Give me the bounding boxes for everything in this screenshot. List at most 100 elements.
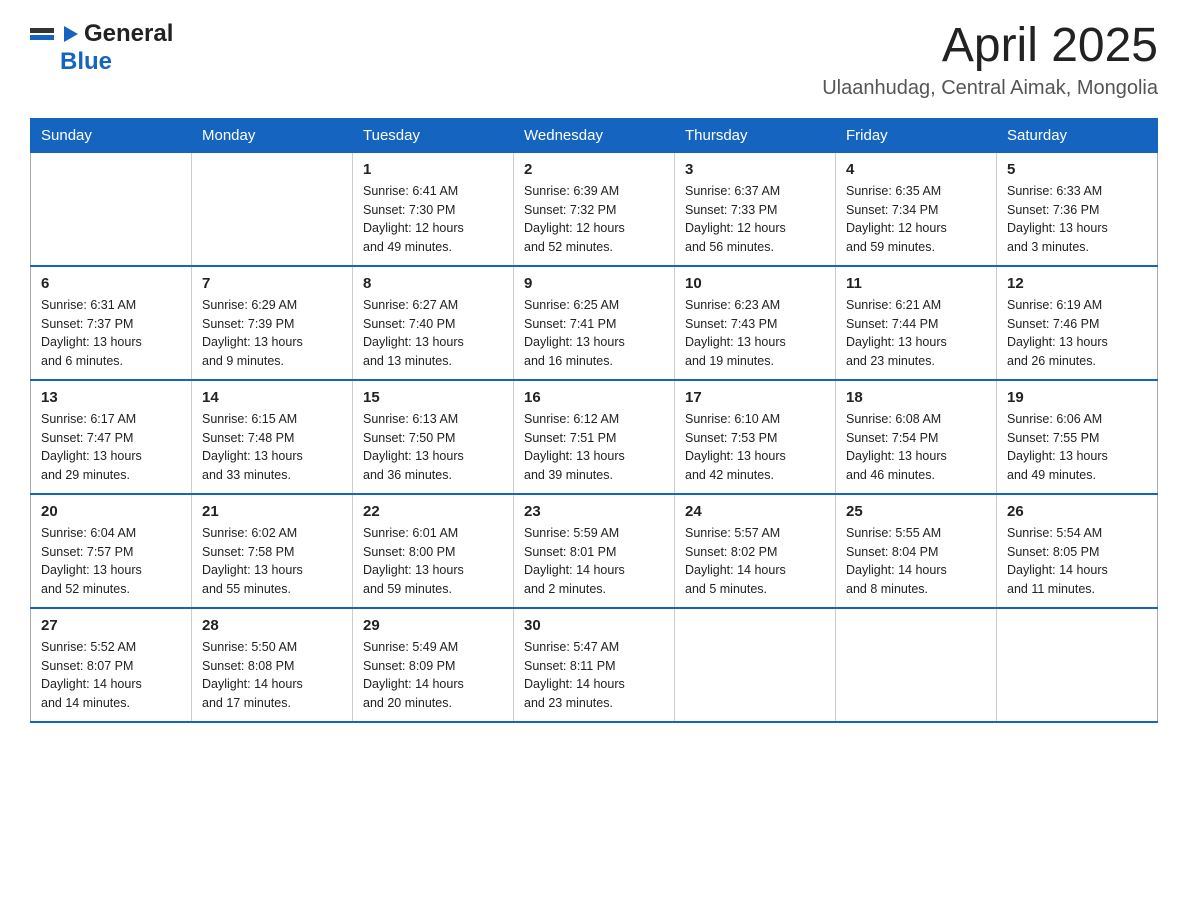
day-number: 11 <box>846 275 986 292</box>
day-number: 17 <box>685 389 825 406</box>
calendar-cell: 8Sunrise: 6:27 AMSunset: 7:40 PMDaylight… <box>353 266 514 380</box>
day-number: 9 <box>524 275 664 292</box>
day-number: 12 <box>1007 275 1147 292</box>
day-number: 3 <box>685 161 825 178</box>
day-info: Sunrise: 5:47 AMSunset: 8:11 PMDaylight:… <box>524 638 664 713</box>
logo-icon <box>30 26 78 42</box>
calendar-title: April 2025 <box>822 20 1158 73</box>
day-number: 30 <box>524 617 664 634</box>
day-info: Sunrise: 5:57 AMSunset: 8:02 PMDaylight:… <box>685 524 825 599</box>
calendar-cell: 1 Sunrise: 6:41 AMSunset: 7:30 PMDaylight… <box>353 152 514 266</box>
day-number: 5 <box>1007 161 1147 178</box>
day-number: 28 <box>202 617 342 634</box>
calendar-cell: 14Sunrise: 6:15 AMSunset: 7:48 PMDayligh… <box>192 380 353 494</box>
day-number: 13 <box>41 389 181 406</box>
calendar-cell: 23 Sunrise: 5:59 AMSunset: 8:01 PMDayligh… <box>514 494 675 608</box>
calendar-cell: 22 Sunrise: 6:01 AMSunset: 8:00 PMDayligh… <box>353 494 514 608</box>
day-of-week-header: Friday <box>836 118 997 152</box>
logo-general-text: General <box>84 20 173 48</box>
calendar-cell: 24 Sunrise: 5:57 AMSunset: 8:02 PMDayligh… <box>675 494 836 608</box>
day-of-week-header: Thursday <box>675 118 836 152</box>
calendar-cell: 13 Sunrise: 6:17 AMSunset: 7:47 PMDayligh… <box>31 380 192 494</box>
day-info: Sunrise: 6:10 AMSunset: 7:53 PMDaylight:… <box>685 410 825 485</box>
day-of-week-header: Wednesday <box>514 118 675 152</box>
calendar-week-row: 20 Sunrise: 6:04 AMSunset: 7:57 PMDayligh… <box>31 494 1158 608</box>
day-number: 16 <box>524 389 664 406</box>
day-info: Sunrise: 6:08 AMSunset: 7:54 PMDaylight:… <box>846 410 986 485</box>
day-number: 14 <box>202 389 342 406</box>
day-info: Sunrise: 6:02 AMSunset: 7:58 PMDaylight:… <box>202 524 342 599</box>
day-info: Sunrise: 6:23 AMSunset: 7:43 PMDaylight:… <box>685 296 825 371</box>
calendar-cell: 25Sunrise: 5:55 AMSunset: 8:04 PMDayligh… <box>836 494 997 608</box>
logo-blue-text: Blue <box>60 48 112 76</box>
day-number: 24 <box>685 503 825 520</box>
day-of-week-header: Saturday <box>997 118 1158 152</box>
day-info: Sunrise: 6:33 AMSunset: 7:36 PMDaylight:… <box>1007 182 1147 257</box>
page-header: General Blue April 2025 Ulaanhudag, Cent… <box>30 20 1158 100</box>
day-number: 29 <box>363 617 503 634</box>
calendar-cell: 28 Sunrise: 5:50 AMSunset: 8:08 PMDayligh… <box>192 608 353 722</box>
day-number: 19 <box>1007 389 1147 406</box>
day-number: 23 <box>524 503 664 520</box>
day-info: Sunrise: 6:25 AMSunset: 7:41 PMDaylight:… <box>524 296 664 371</box>
day-number: 6 <box>41 275 181 292</box>
day-info: Sunrise: 6:31 AMSunset: 7:37 PMDaylight:… <box>41 296 181 371</box>
calendar-cell: 19 Sunrise: 6:06 AMSunset: 7:55 PMDayligh… <box>997 380 1158 494</box>
day-number: 1 <box>363 161 503 178</box>
day-info: Sunrise: 5:59 AMSunset: 8:01 PMDaylight:… <box>524 524 664 599</box>
day-info: Sunrise: 5:49 AMSunset: 8:09 PMDaylight:… <box>363 638 503 713</box>
day-number: 10 <box>685 275 825 292</box>
day-number: 7 <box>202 275 342 292</box>
day-info: Sunrise: 6:41 AMSunset: 7:30 PMDaylight:… <box>363 182 503 257</box>
calendar-week-row: 13 Sunrise: 6:17 AMSunset: 7:47 PMDayligh… <box>31 380 1158 494</box>
day-of-week-header: Tuesday <box>353 118 514 152</box>
day-number: 18 <box>846 389 986 406</box>
calendar-header-row: SundayMondayTuesdayWednesdayThursdayFrid… <box>31 118 1158 152</box>
day-number: 4 <box>846 161 986 178</box>
calendar-cell: 27 Sunrise: 5:52 AMSunset: 8:07 PMDayligh… <box>31 608 192 722</box>
calendar-cell: 26Sunrise: 5:54 AMSunset: 8:05 PMDayligh… <box>997 494 1158 608</box>
logo: General Blue <box>30 20 173 76</box>
day-number: 20 <box>41 503 181 520</box>
calendar-cell: 15Sunrise: 6:13 AMSunset: 7:50 PMDayligh… <box>353 380 514 494</box>
day-info: Sunrise: 6:27 AMSunset: 7:40 PMDaylight:… <box>363 296 503 371</box>
day-info: Sunrise: 6:19 AMSunset: 7:46 PMDaylight:… <box>1007 296 1147 371</box>
day-number: 21 <box>202 503 342 520</box>
calendar-cell <box>997 608 1158 722</box>
header-right: April 2025 Ulaanhudag, Central Aimak, Mo… <box>822 20 1158 100</box>
day-of-week-header: Monday <box>192 118 353 152</box>
day-of-week-header: Sunday <box>31 118 192 152</box>
calendar-cell: 4 Sunrise: 6:35 AMSunset: 7:34 PMDaylight… <box>836 152 997 266</box>
calendar-cell: 5 Sunrise: 6:33 AMSunset: 7:36 PMDaylight… <box>997 152 1158 266</box>
day-number: 25 <box>846 503 986 520</box>
day-number: 27 <box>41 617 181 634</box>
calendar-cell: 3 Sunrise: 6:37 AMSunset: 7:33 PMDaylight… <box>675 152 836 266</box>
calendar-cell: 29 Sunrise: 5:49 AMSunset: 8:09 PMDayligh… <box>353 608 514 722</box>
calendar-week-row: 1 Sunrise: 6:41 AMSunset: 7:30 PMDaylight… <box>31 152 1158 266</box>
calendar-week-row: 27 Sunrise: 5:52 AMSunset: 8:07 PMDayligh… <box>31 608 1158 722</box>
calendar-cell: 2 Sunrise: 6:39 AMSunset: 7:32 PMDaylight… <box>514 152 675 266</box>
day-info: Sunrise: 6:21 AMSunset: 7:44 PMDaylight:… <box>846 296 986 371</box>
calendar-location: Ulaanhudag, Central Aimak, Mongolia <box>822 77 1158 100</box>
day-number: 22 <box>363 503 503 520</box>
day-info: Sunrise: 6:12 AMSunset: 7:51 PMDaylight:… <box>524 410 664 485</box>
calendar-cell: 9 Sunrise: 6:25 AMSunset: 7:41 PMDaylight… <box>514 266 675 380</box>
day-info: Sunrise: 6:35 AMSunset: 7:34 PMDaylight:… <box>846 182 986 257</box>
calendar-cell: 12 Sunrise: 6:19 AMSunset: 7:46 PMDayligh… <box>997 266 1158 380</box>
day-number: 15 <box>363 389 503 406</box>
calendar-cell: 6 Sunrise: 6:31 AMSunset: 7:37 PMDaylight… <box>31 266 192 380</box>
day-info: Sunrise: 5:52 AMSunset: 8:07 PMDaylight:… <box>41 638 181 713</box>
calendar-cell: 11 Sunrise: 6:21 AMSunset: 7:44 PMDayligh… <box>836 266 997 380</box>
calendar-cell: 7Sunrise: 6:29 AMSunset: 7:39 PMDaylight… <box>192 266 353 380</box>
day-info: Sunrise: 6:06 AMSunset: 7:55 PMDaylight:… <box>1007 410 1147 485</box>
day-info: Sunrise: 6:39 AMSunset: 7:32 PMDaylight:… <box>524 182 664 257</box>
calendar-cell: 10 Sunrise: 6:23 AMSunset: 7:43 PMDayligh… <box>675 266 836 380</box>
day-number: 2 <box>524 161 664 178</box>
day-info: Sunrise: 6:37 AMSunset: 7:33 PMDaylight:… <box>685 182 825 257</box>
day-info: Sunrise: 6:17 AMSunset: 7:47 PMDaylight:… <box>41 410 181 485</box>
day-info: Sunrise: 6:01 AMSunset: 8:00 PMDaylight:… <box>363 524 503 599</box>
day-info: Sunrise: 6:04 AMSunset: 7:57 PMDaylight:… <box>41 524 181 599</box>
calendar-cell: 18 Sunrise: 6:08 AMSunset: 7:54 PMDayligh… <box>836 380 997 494</box>
calendar-cell: 17 Sunrise: 6:10 AMSunset: 7:53 PMDayligh… <box>675 380 836 494</box>
day-info: Sunrise: 5:50 AMSunset: 8:08 PMDaylight:… <box>202 638 342 713</box>
